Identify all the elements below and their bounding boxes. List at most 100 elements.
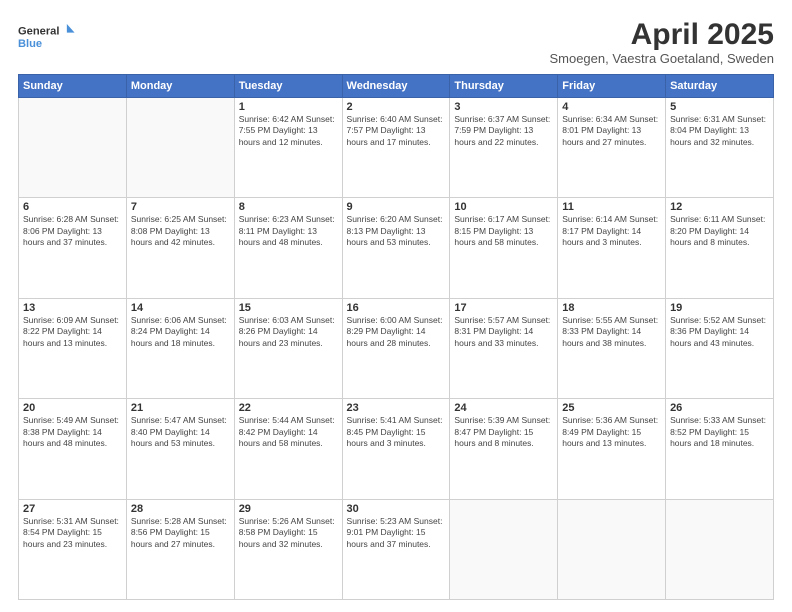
calendar-cell: 16Sunrise: 6:00 AM Sunset: 8:29 PM Dayli…: [342, 298, 450, 398]
svg-text:Blue: Blue: [18, 38, 42, 50]
day-number: 28: [131, 503, 230, 515]
calendar-cell: 19Sunrise: 5:52 AM Sunset: 8:36 PM Dayli…: [666, 298, 774, 398]
day-number: 30: [347, 503, 446, 515]
calendar-subtitle: Smoegen, Vaestra Goetaland, Sweden: [549, 51, 774, 66]
day-info: Sunrise: 5:31 AM Sunset: 8:54 PM Dayligh…: [23, 516, 122, 550]
day-info: Sunrise: 6:40 AM Sunset: 7:57 PM Dayligh…: [347, 114, 446, 148]
day-number: 27: [23, 503, 122, 515]
day-number: 4: [562, 101, 661, 113]
day-header: Wednesday: [342, 75, 450, 98]
day-number: 21: [131, 402, 230, 414]
calendar-week-row: 27Sunrise: 5:31 AM Sunset: 8:54 PM Dayli…: [19, 499, 774, 599]
day-info: Sunrise: 6:23 AM Sunset: 8:11 PM Dayligh…: [239, 214, 338, 248]
calendar-cell: 4Sunrise: 6:34 AM Sunset: 8:01 PM Daylig…: [558, 98, 666, 198]
day-info: Sunrise: 5:41 AM Sunset: 8:45 PM Dayligh…: [347, 415, 446, 449]
calendar-cell: 13Sunrise: 6:09 AM Sunset: 8:22 PM Dayli…: [19, 298, 127, 398]
calendar-cell: 2Sunrise: 6:40 AM Sunset: 7:57 PM Daylig…: [342, 98, 450, 198]
calendar-table: SundayMondayTuesdayWednesdayThursdayFrid…: [18, 74, 774, 600]
calendar-cell: 7Sunrise: 6:25 AM Sunset: 8:08 PM Daylig…: [126, 198, 234, 298]
day-info: Sunrise: 6:42 AM Sunset: 7:55 PM Dayligh…: [239, 114, 338, 148]
day-header: Thursday: [450, 75, 558, 98]
calendar-cell: [450, 499, 558, 599]
calendar-week-row: 13Sunrise: 6:09 AM Sunset: 8:22 PM Dayli…: [19, 298, 774, 398]
svg-text:General: General: [18, 25, 59, 37]
day-info: Sunrise: 6:28 AM Sunset: 8:06 PM Dayligh…: [23, 214, 122, 248]
day-number: 11: [562, 201, 661, 213]
day-number: 14: [131, 302, 230, 314]
day-number: 23: [347, 402, 446, 414]
day-number: 1: [239, 101, 338, 113]
day-number: 24: [454, 402, 553, 414]
day-info: Sunrise: 6:11 AM Sunset: 8:20 PM Dayligh…: [670, 214, 769, 248]
day-number: 15: [239, 302, 338, 314]
day-info: Sunrise: 6:31 AM Sunset: 8:04 PM Dayligh…: [670, 114, 769, 148]
logo-svg: General Blue: [18, 18, 78, 54]
day-number: 13: [23, 302, 122, 314]
calendar-cell: 10Sunrise: 6:17 AM Sunset: 8:15 PM Dayli…: [450, 198, 558, 298]
calendar-cell: 11Sunrise: 6:14 AM Sunset: 8:17 PM Dayli…: [558, 198, 666, 298]
calendar-title: April 2025: [549, 18, 774, 51]
day-number: 26: [670, 402, 769, 414]
day-info: Sunrise: 6:09 AM Sunset: 8:22 PM Dayligh…: [23, 315, 122, 349]
day-header: Tuesday: [234, 75, 342, 98]
calendar-cell: [666, 499, 774, 599]
day-info: Sunrise: 5:52 AM Sunset: 8:36 PM Dayligh…: [670, 315, 769, 349]
day-number: 5: [670, 101, 769, 113]
calendar-week-row: 6Sunrise: 6:28 AM Sunset: 8:06 PM Daylig…: [19, 198, 774, 298]
day-info: Sunrise: 5:57 AM Sunset: 8:31 PM Dayligh…: [454, 315, 553, 349]
day-number: 19: [670, 302, 769, 314]
day-number: 3: [454, 101, 553, 113]
calendar-cell: 1Sunrise: 6:42 AM Sunset: 7:55 PM Daylig…: [234, 98, 342, 198]
calendar-cell: 28Sunrise: 5:28 AM Sunset: 8:56 PM Dayli…: [126, 499, 234, 599]
calendar-cell: 23Sunrise: 5:41 AM Sunset: 8:45 PM Dayli…: [342, 399, 450, 499]
day-number: 20: [23, 402, 122, 414]
day-header: Friday: [558, 75, 666, 98]
calendar-cell: 25Sunrise: 5:36 AM Sunset: 8:49 PM Dayli…: [558, 399, 666, 499]
calendar-cell: 18Sunrise: 5:55 AM Sunset: 8:33 PM Dayli…: [558, 298, 666, 398]
day-number: 25: [562, 402, 661, 414]
day-info: Sunrise: 6:14 AM Sunset: 8:17 PM Dayligh…: [562, 214, 661, 248]
day-header: Sunday: [19, 75, 127, 98]
calendar-week-row: 1Sunrise: 6:42 AM Sunset: 7:55 PM Daylig…: [19, 98, 774, 198]
page: General Blue April 2025 Smoegen, Vaestra…: [0, 0, 792, 612]
calendar-cell: 24Sunrise: 5:39 AM Sunset: 8:47 PM Dayli…: [450, 399, 558, 499]
day-info: Sunrise: 6:20 AM Sunset: 8:13 PM Dayligh…: [347, 214, 446, 248]
logo: General Blue: [18, 18, 78, 54]
calendar-cell: 3Sunrise: 6:37 AM Sunset: 7:59 PM Daylig…: [450, 98, 558, 198]
day-header: Monday: [126, 75, 234, 98]
day-header: Saturday: [666, 75, 774, 98]
calendar-cell: 26Sunrise: 5:33 AM Sunset: 8:52 PM Dayli…: [666, 399, 774, 499]
calendar-cell: 5Sunrise: 6:31 AM Sunset: 8:04 PM Daylig…: [666, 98, 774, 198]
day-number: 7: [131, 201, 230, 213]
calendar-cell: 14Sunrise: 6:06 AM Sunset: 8:24 PM Dayli…: [126, 298, 234, 398]
day-number: 16: [347, 302, 446, 314]
title-block: April 2025 Smoegen, Vaestra Goetaland, S…: [549, 18, 774, 66]
day-number: 10: [454, 201, 553, 213]
calendar-cell: [558, 499, 666, 599]
day-info: Sunrise: 5:47 AM Sunset: 8:40 PM Dayligh…: [131, 415, 230, 449]
day-number: 8: [239, 201, 338, 213]
day-info: Sunrise: 5:49 AM Sunset: 8:38 PM Dayligh…: [23, 415, 122, 449]
calendar-cell: 17Sunrise: 5:57 AM Sunset: 8:31 PM Dayli…: [450, 298, 558, 398]
day-info: Sunrise: 5:36 AM Sunset: 8:49 PM Dayligh…: [562, 415, 661, 449]
day-info: Sunrise: 6:06 AM Sunset: 8:24 PM Dayligh…: [131, 315, 230, 349]
calendar-cell: 20Sunrise: 5:49 AM Sunset: 8:38 PM Dayli…: [19, 399, 127, 499]
calendar-cell: 21Sunrise: 5:47 AM Sunset: 8:40 PM Dayli…: [126, 399, 234, 499]
day-info: Sunrise: 6:34 AM Sunset: 8:01 PM Dayligh…: [562, 114, 661, 148]
day-number: 22: [239, 402, 338, 414]
day-info: Sunrise: 5:28 AM Sunset: 8:56 PM Dayligh…: [131, 516, 230, 550]
day-number: 6: [23, 201, 122, 213]
calendar-week-row: 20Sunrise: 5:49 AM Sunset: 8:38 PM Dayli…: [19, 399, 774, 499]
day-info: Sunrise: 5:26 AM Sunset: 8:58 PM Dayligh…: [239, 516, 338, 550]
calendar-cell: 8Sunrise: 6:23 AM Sunset: 8:11 PM Daylig…: [234, 198, 342, 298]
day-number: 18: [562, 302, 661, 314]
day-info: Sunrise: 6:03 AM Sunset: 8:26 PM Dayligh…: [239, 315, 338, 349]
header: General Blue April 2025 Smoegen, Vaestra…: [18, 18, 774, 66]
day-number: 9: [347, 201, 446, 213]
calendar-cell: 30Sunrise: 5:23 AM Sunset: 9:01 PM Dayli…: [342, 499, 450, 599]
day-info: Sunrise: 6:37 AM Sunset: 7:59 PM Dayligh…: [454, 114, 553, 148]
day-info: Sunrise: 6:00 AM Sunset: 8:29 PM Dayligh…: [347, 315, 446, 349]
calendar-cell: 9Sunrise: 6:20 AM Sunset: 8:13 PM Daylig…: [342, 198, 450, 298]
calendar-cell: 6Sunrise: 6:28 AM Sunset: 8:06 PM Daylig…: [19, 198, 127, 298]
day-info: Sunrise: 5:23 AM Sunset: 9:01 PM Dayligh…: [347, 516, 446, 550]
